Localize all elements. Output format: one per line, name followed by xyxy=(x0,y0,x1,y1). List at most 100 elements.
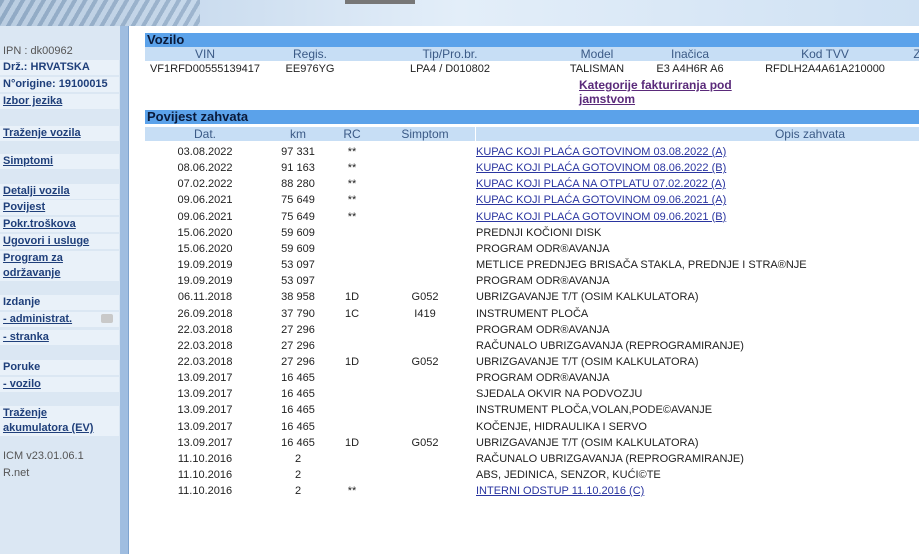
table-row: 13.09.2017 16 465 INSTRUMENT PLOČA,VOLAN,P… xyxy=(145,402,919,418)
description-cell: SJEDALA OKVIR NA PODVOZJU xyxy=(476,388,643,401)
date-cell: 09.06.2021 xyxy=(177,194,233,207)
km-cell: 2 xyxy=(294,485,302,498)
date-cell: 11.10.2016 xyxy=(177,452,233,465)
km-cell: 37 790 xyxy=(281,307,315,320)
description-cell: PROGRAM ODR®AVANJA xyxy=(476,242,610,255)
col-description: Opis zahvata xyxy=(774,127,846,141)
km-cell: 16 465 xyxy=(281,420,315,433)
km-cell: 2 xyxy=(294,452,302,465)
description-link[interactable]: KUPAC KOJI PLAĆA GOTOVINOM 09.06.2021 (B… xyxy=(476,209,726,225)
km-cell: 16 465 xyxy=(281,388,315,401)
table-row: 15.06.2020 59 609 PREDNJI KOČIONI DISK xyxy=(145,225,919,241)
rc-cell: ** xyxy=(347,146,357,158)
description-cell: RAČUNALO UBRIZGAVANJA (REPROGRAMIRANJE) xyxy=(476,452,744,465)
col-rc: RC xyxy=(343,127,361,141)
banner-graphic xyxy=(0,0,200,26)
description-link[interactable]: INTERNI ODSTUP 11.10.2016 (C) xyxy=(476,483,644,499)
description-cell: UBRIZGAVANJE T/T (OSIM KALKULATORA) xyxy=(476,436,699,449)
table-row: 08.06.2022 91 163 ** KUPAC KOJI PLAĆA GOTOV… xyxy=(145,160,919,176)
km-cell: 2 xyxy=(294,469,302,481)
date-cell: 11.10.2016 xyxy=(177,485,233,498)
date-cell: 19.09.2019 xyxy=(177,259,233,272)
description-link[interactable]: KUPAC KOJI PLAĆA GOTOVINOM 03.08.2022 (A… xyxy=(476,144,726,160)
km-cell: 53 097 xyxy=(281,259,315,272)
regis-value: EE976YG xyxy=(285,63,335,75)
km-cell: 75 649 xyxy=(281,210,315,223)
printer-icon[interactable] xyxy=(101,314,113,323)
sidebar-item-maintenance[interactable]: Program za održavanje xyxy=(3,252,63,279)
tvv-value: RFDLH2A4A61A210000 xyxy=(765,63,885,75)
maintenance-line2: održavanje xyxy=(3,267,61,279)
column-divider xyxy=(475,126,476,142)
description-link[interactable]: KUPAC KOJI PLAĆA NA OTPLATU 07.02.2022 (… xyxy=(476,176,726,192)
description-link[interactable]: KUPAC KOJI PLAĆA GOTOVINOM 08.06.2022 (B… xyxy=(476,160,726,176)
battery-line2: akumulatora (EV) xyxy=(3,422,94,434)
date-cell: 13.09.2017 xyxy=(177,420,233,433)
col-model: Model xyxy=(580,47,614,61)
banner-bar xyxy=(345,0,415,4)
vehicle-header-row: VIN Regis. Tip/Pro.br. Model Inačica Kod… xyxy=(145,47,919,61)
date-cell: 11.10.2016 xyxy=(177,469,233,481)
rc-cell: 1C xyxy=(344,307,360,320)
ipn-label: IPN : dk00962 xyxy=(3,45,73,57)
km-cell: 27 296 xyxy=(281,355,315,368)
sidebar-item-contracts[interactable]: Ugovori i usluge xyxy=(3,235,89,247)
sidebar-item-battery-search[interactable]: Traženje akumulatora (EV) xyxy=(3,407,93,434)
maintenance-line1: Program za xyxy=(3,252,63,264)
date-cell: 22.03.2018 xyxy=(177,323,233,336)
sidebar-item-history[interactable]: Povijest xyxy=(3,201,45,213)
table-row: 11.10.2016 2 ABS, JEDINICA, SENZOR, KUĆI©T… xyxy=(145,467,919,483)
description-cell: KOČENJE, HIDRAULIKA I SERVO xyxy=(476,420,647,433)
sidebar-item-admin[interactable]: - administrat. xyxy=(3,313,72,325)
rc-cell: ** xyxy=(347,162,357,175)
km-cell: 88 280 xyxy=(281,178,315,191)
battery-line1: Traženje xyxy=(3,407,48,419)
sidebar-item-symptoms[interactable]: Simptomi xyxy=(3,155,53,167)
rc-cell: 1D xyxy=(344,355,360,368)
col-z: Z xyxy=(913,47,919,61)
symptom-cell: G052 xyxy=(411,355,439,368)
sidebar-item-vehicle-search[interactable]: Traženje vozila xyxy=(3,127,81,139)
date-cell: 22.03.2018 xyxy=(177,355,233,368)
sidebar-scrollbar[interactable] xyxy=(120,26,129,554)
date-cell: 07.02.2022 xyxy=(177,178,233,191)
sidebar-item-cost-coverage[interactable]: Pokr.troškova xyxy=(3,218,76,230)
table-row: 13.09.2017 16 465 SJEDALA OKVIR NA PODVOZJ… xyxy=(145,386,919,402)
km-cell: 27 296 xyxy=(281,339,315,352)
date-cell: 13.09.2017 xyxy=(177,372,233,385)
inacica-value: E3 A4H6R A6 xyxy=(656,63,724,75)
history-header-row: Dat. km RC Simptom Opis zahvata xyxy=(145,127,919,141)
warranty-categories-link[interactable]: Kategorije fakturiranja pod jamstvom xyxy=(579,78,759,106)
description-cell: PROGRAM ODR®AVANJA xyxy=(476,275,610,288)
table-row: 06.11.2018 38 958 1D G052 UBRIZGAVANJE T/T (… xyxy=(145,289,919,305)
table-row: 11.10.2016 2 ** INTERNI ODSTUP 11.10.2016 (… xyxy=(145,483,919,499)
date-cell: 09.06.2021 xyxy=(177,210,233,223)
table-row: 13.09.2017 16 465 PROGRAM ODR®AVANJA xyxy=(145,370,919,386)
date-cell: 13.09.2017 xyxy=(177,404,233,417)
country-label: Drž.: HRVATSKA xyxy=(0,60,119,75)
col-inacica: Inačica xyxy=(670,47,710,61)
header-banner xyxy=(0,0,919,26)
tip-value: LPA4 / D010802 xyxy=(410,63,490,75)
sidebar-item-vehicle-details[interactable]: Detalji vozila xyxy=(3,185,70,197)
date-cell: 08.06.2022 xyxy=(177,162,233,175)
table-row: 09.06.2021 75 649 ** KUPAC KOJI PLAĆA GOTOV… xyxy=(145,209,919,225)
km-cell: 97 331 xyxy=(281,146,315,158)
messages-label: Poruke xyxy=(0,360,119,375)
language-link[interactable]: Izbor jezika xyxy=(3,95,62,107)
date-cell: 03.08.2022 xyxy=(177,146,233,158)
rc-cell: 1D xyxy=(344,291,360,304)
vin-value: VF1RFD00555139417 xyxy=(149,63,261,75)
description-cell: INSTRUMENT PLOČA,VOLAN,PODE©AVANJE xyxy=(476,404,713,417)
date-cell: 19.09.2019 xyxy=(177,275,233,288)
date-cell: 13.09.2017 xyxy=(177,388,233,401)
rc-cell: 1D xyxy=(344,436,360,449)
table-row: 13.09.2017 16 465 KOČENJE, HIDRAULIKA I SE… xyxy=(145,419,919,435)
col-km: km xyxy=(290,127,306,141)
rc-cell: ** xyxy=(347,485,357,498)
sidebar-item-vehicle-messages[interactable]: - vozilo xyxy=(3,378,41,390)
vehicle-section-title: Vozilo xyxy=(145,33,919,47)
description-link[interactable]: KUPAC KOJI PLAĆA GOTOVINOM 09.06.2021 (A… xyxy=(476,192,726,208)
km-cell: 91 163 xyxy=(281,162,315,175)
sidebar-item-customer[interactable]: - stranka xyxy=(3,331,49,343)
